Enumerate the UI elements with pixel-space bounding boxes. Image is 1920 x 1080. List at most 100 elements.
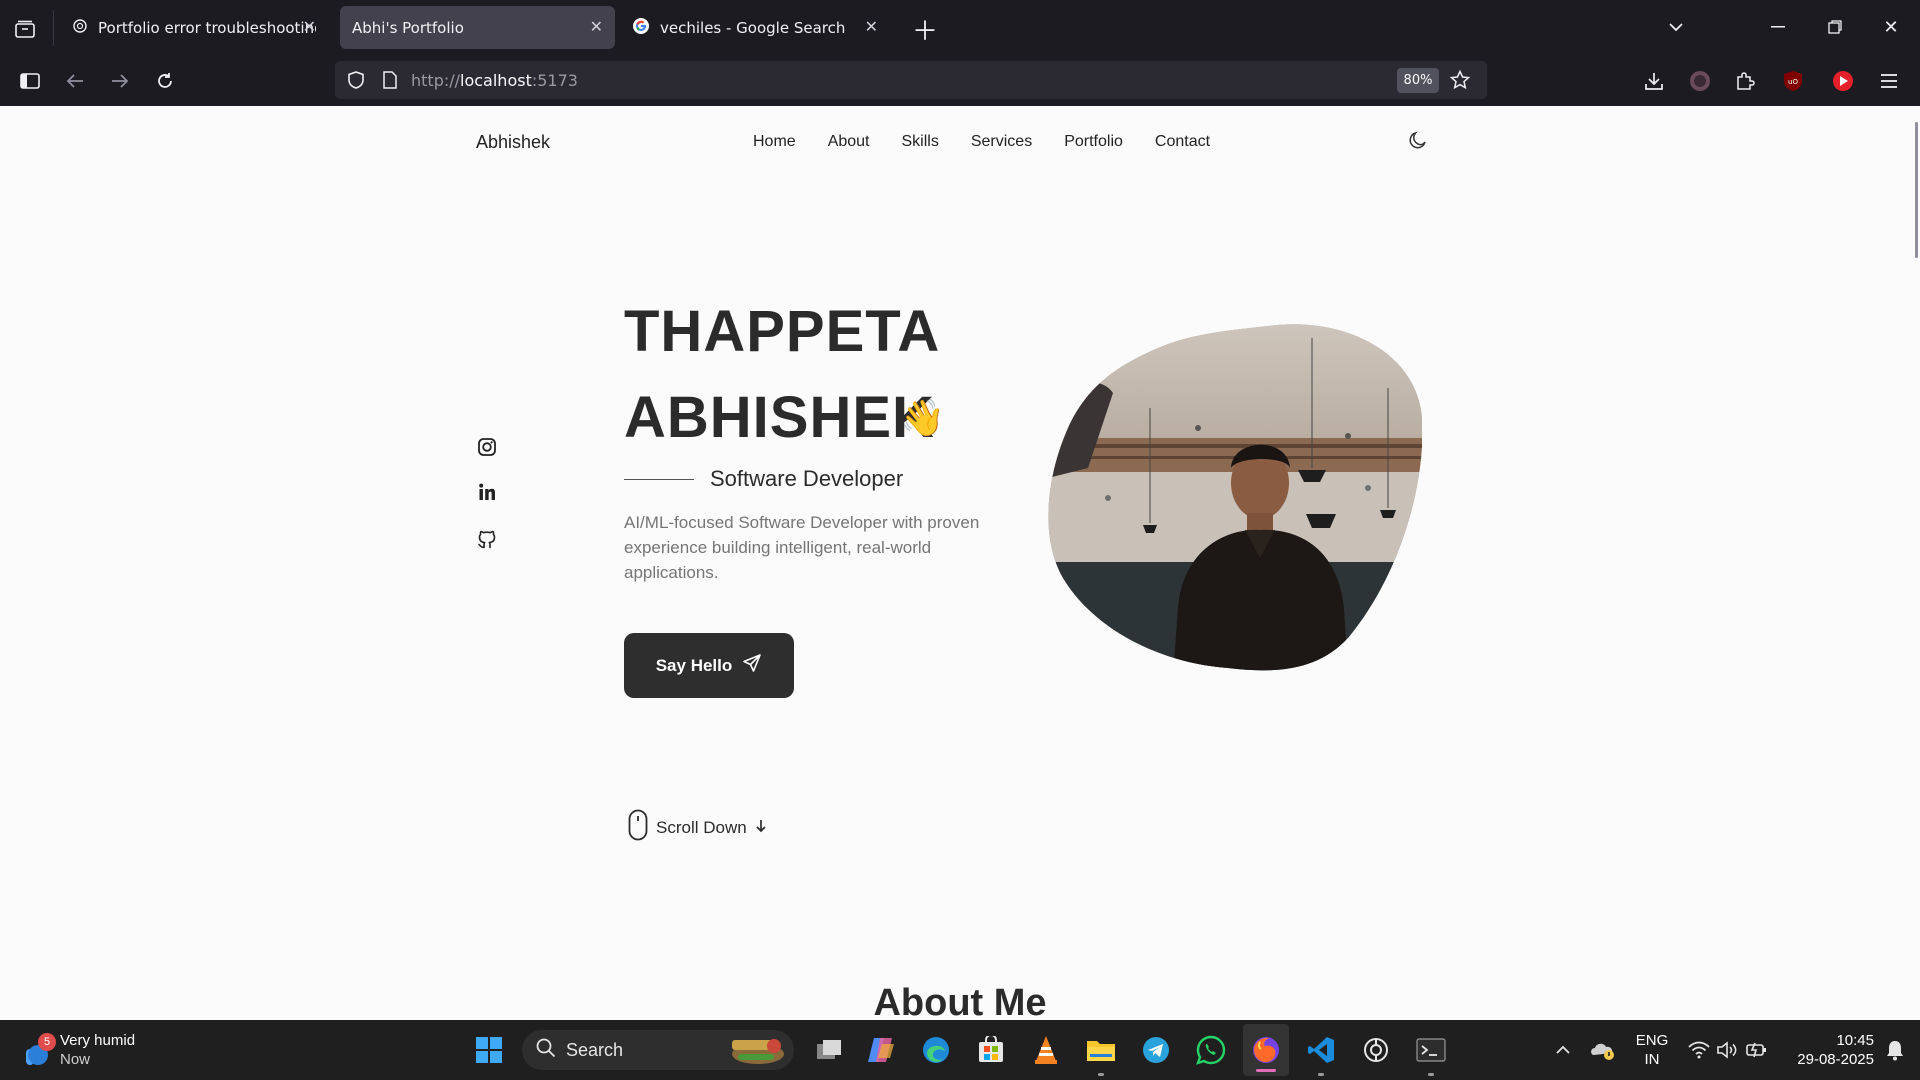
sidebar-toggle-icon[interactable]	[17, 68, 43, 94]
ublock-origin-icon[interactable]: uO	[1780, 68, 1806, 94]
terminal-icon[interactable]	[1408, 1020, 1454, 1080]
url-host: localhost	[460, 71, 532, 90]
volume-icon[interactable]	[1714, 1020, 1740, 1080]
nav-link-about[interactable]: About	[828, 133, 870, 151]
app-menu-icon[interactable]	[1876, 68, 1902, 94]
close-tab-icon[interactable]: ✕	[303, 17, 316, 36]
weather-widget[interactable]: 5 Very humid Now	[20, 1020, 150, 1080]
wifi-icon[interactable]	[1686, 1020, 1712, 1080]
forward-button[interactable]	[107, 68, 133, 94]
waving-hand-emoji: 👋	[900, 398, 945, 439]
nav-link-skills[interactable]: Skills	[902, 133, 939, 151]
weather-title: Very humid	[60, 1032, 136, 1049]
new-tab-button[interactable]: ＋	[912, 16, 938, 47]
nav-bar: http://localhost:5173 80% uO	[0, 56, 1920, 106]
minimize-button[interactable]	[1765, 14, 1791, 40]
site-brand-logo[interactable]: Abhishek	[476, 132, 550, 153]
file-explorer-icon[interactable]	[1078, 1020, 1124, 1080]
send-icon	[742, 653, 762, 678]
about-heading: About Me	[873, 982, 1047, 1020]
language-indicator[interactable]: ENG IN	[1632, 1020, 1672, 1080]
whatsapp-icon[interactable]	[1188, 1020, 1234, 1080]
firefox-icon[interactable]	[1243, 1024, 1289, 1076]
microsoft-store-icon[interactable]	[968, 1020, 1014, 1080]
taskbar-search-box[interactable]: Search	[522, 1030, 794, 1070]
scroll-down-label: Scroll Down	[656, 817, 747, 837]
openai-icon	[72, 18, 88, 38]
nav-link-portfolio[interactable]: Portfolio	[1064, 133, 1123, 151]
task-view-icon[interactable]	[806, 1020, 852, 1080]
extensions-puzzle-icon[interactable]	[1732, 68, 1758, 94]
close-tab-icon[interactable]: ✕	[590, 17, 603, 36]
page-info-icon[interactable]	[379, 69, 401, 91]
shield-icon[interactable]	[345, 69, 367, 91]
chatgpt-icon[interactable]	[1353, 1020, 1399, 1080]
url-scheme: http://	[411, 71, 461, 90]
clock-date: 29-08-2025	[1797, 1051, 1874, 1068]
subtitle-divider	[624, 479, 694, 480]
instagram-icon[interactable]	[476, 436, 498, 458]
search-highlight-icon	[724, 1034, 786, 1071]
url-port: :5173	[531, 71, 578, 90]
hero-description: AI/ML-focused Software Developer with pr…	[624, 513, 980, 582]
weather-sub: Now	[60, 1051, 91, 1068]
clock[interactable]: 10:45 29-08-2025	[1784, 1020, 1874, 1080]
clock-time: 10:45	[1836, 1032, 1874, 1049]
nav-link-contact[interactable]: Contact	[1155, 133, 1210, 151]
search-icon	[536, 1038, 556, 1063]
notifications-bell-icon[interactable]	[1880, 1020, 1910, 1080]
vscode-icon[interactable]	[1298, 1020, 1344, 1080]
tab-list-icon[interactable]	[12, 16, 38, 42]
nav-link-home[interactable]: Home	[753, 133, 796, 151]
downloads-icon[interactable]	[1641, 68, 1667, 94]
telegram-icon[interactable]	[1133, 1020, 1179, 1080]
battery-icon[interactable]	[1744, 1020, 1770, 1080]
windows-taskbar: 5 Very humid Now Search ENG IN 10:45 29-…	[0, 1020, 1920, 1080]
copilot-icon[interactable]	[858, 1020, 904, 1080]
url-text[interactable]: http://localhost:5173	[411, 71, 578, 90]
search-label: Search	[566, 1039, 624, 1060]
video-extension-play-icon[interactable]	[1830, 68, 1856, 94]
site-nav-menu: Home About Skills Services Portfolio Con…	[753, 133, 1210, 151]
restore-button[interactable]	[1822, 14, 1848, 40]
back-button[interactable]	[62, 68, 88, 94]
svg-text:uO: uO	[1788, 78, 1798, 86]
language-code: ENG	[1635, 1032, 1669, 1049]
github-icon[interactable]	[476, 528, 498, 550]
tab-title: Abhi's Portfolio	[352, 18, 464, 37]
arrow-down-icon	[755, 818, 767, 838]
edge-browser-icon[interactable]	[913, 1020, 959, 1080]
vlc-icon[interactable]	[1023, 1020, 1069, 1080]
onedrive-warning-icon[interactable]	[1588, 1020, 1618, 1080]
tab-title: Portfolio error troubleshooting	[98, 18, 316, 37]
say-hello-button[interactable]: Say Hello	[624, 633, 794, 698]
system-tray-chevron-icon[interactable]	[1550, 1020, 1576, 1080]
hero-name-line2: ABHISHEK	[624, 385, 935, 450]
close-tab-icon[interactable]: ✕	[865, 17, 878, 36]
running-indicator	[1428, 1073, 1434, 1076]
tab-abhis-portfolio[interactable]: Abhi's Portfolio ✕	[340, 6, 615, 49]
page-scrollbar-thumb[interactable]	[1915, 122, 1918, 258]
tab-bar: Portfolio error troubleshooting ✕ Abhi's…	[0, 0, 1920, 56]
reload-button[interactable]	[152, 68, 178, 94]
weather-badge: 5	[38, 1033, 56, 1051]
start-button[interactable]	[466, 1020, 512, 1080]
scroll-down-link[interactable]: Scroll Down	[628, 809, 767, 846]
mouse-icon	[628, 809, 648, 846]
zoom-level-button[interactable]: 80%	[1397, 68, 1439, 93]
tab-overflow-chevron-icon[interactable]	[1663, 14, 1689, 40]
close-window-button[interactable]: ✕	[1878, 14, 1904, 40]
running-indicator	[1098, 1073, 1104, 1076]
browser-chrome: Portfolio error troubleshooting ✕ Abhi's…	[0, 0, 1920, 106]
language-region: IN	[1644, 1051, 1660, 1068]
tab-portfolio-error[interactable]: Portfolio error troubleshooting ✕	[60, 6, 328, 49]
address-bar[interactable]: http://localhost:5173 80%	[335, 61, 1487, 99]
hero-name-line1: THAPPETA	[624, 299, 941, 364]
tab-title: vechiles - Google Search	[660, 18, 846, 37]
theme-toggle-moon-icon[interactable]	[1408, 130, 1428, 154]
bookmark-star-icon[interactable]	[1449, 69, 1471, 91]
account-avatar-icon[interactable]	[1687, 68, 1713, 94]
tab-google-search[interactable]: vechiles - Google Search ✕	[620, 6, 890, 49]
nav-link-services[interactable]: Services	[971, 133, 1032, 151]
linkedin-icon[interactable]	[476, 481, 498, 503]
